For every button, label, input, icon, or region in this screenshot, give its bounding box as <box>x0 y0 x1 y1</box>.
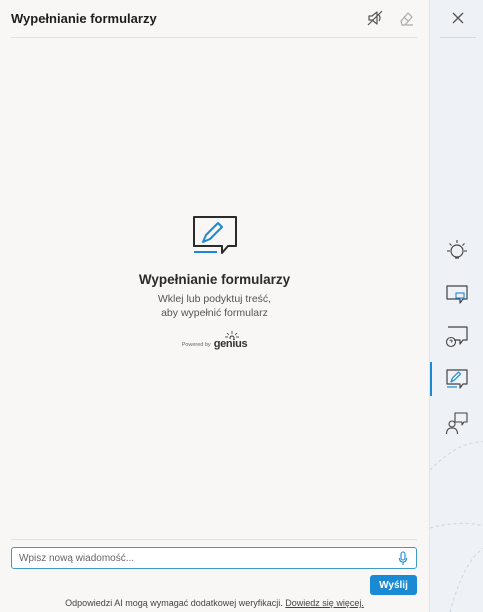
footer-note: Odpowiedzi AI mogą wymagać dodatkowej we… <box>0 598 429 608</box>
empty-state-description-line1: Wklej lub podyktuj treść, <box>157 293 272 305</box>
microphone-icon[interactable] <box>398 551 408 566</box>
chat-icon[interactable] <box>445 283 469 307</box>
chat-edit-icon[interactable] <box>445 367 469 391</box>
message-input[interactable] <box>19 551 389 566</box>
powered-by: Powered by genius <box>0 331 429 350</box>
input-divider <box>11 539 417 540</box>
footer-note-text: Odpowiedzi AI mogą wymagać dodatkowej we… <box>65 598 283 608</box>
header: Wypełnianie formularzy <box>11 0 417 38</box>
empty-state: Wypełnianie formularzy Wklej lub podyktu… <box>0 214 429 350</box>
genius-logo-text: genius <box>213 338 248 350</box>
powered-by-label: Powered by <box>181 342 211 348</box>
sidebar-active-indicator <box>430 362 432 396</box>
sidebar-divider <box>440 37 476 38</box>
empty-state-description-line2: aby wypełnić formularz <box>161 307 268 319</box>
empty-state-title: Wypełnianie formularzy <box>138 272 291 287</box>
empty-state-description: Wklej lub podyktuj treść, aby wypełnić f… <box>0 292 429 320</box>
genius-logo: genius <box>213 331 248 350</box>
close-icon[interactable] <box>451 11 465 25</box>
sun-rays-icon <box>224 331 239 339</box>
learn-more-link[interactable]: Dowiedz się więcej. <box>285 598 364 608</box>
eraser-icon[interactable] <box>397 9 415 27</box>
message-input-container <box>11 547 417 569</box>
chat-question-icon[interactable] <box>445 325 469 349</box>
mute-speaker-icon[interactable] <box>366 9 384 27</box>
lightbulb-icon[interactable] <box>445 239 469 263</box>
page-title: Wypełnianie formularzy <box>11 11 157 26</box>
form-chat-edit-icon <box>192 216 237 254</box>
people-chat-icon[interactable] <box>445 411 469 435</box>
main-panel: Wypełnianie formularzy Wypełnianie formu… <box>0 0 429 612</box>
send-button[interactable]: Wyślij <box>370 575 417 595</box>
sidebar <box>429 0 483 612</box>
